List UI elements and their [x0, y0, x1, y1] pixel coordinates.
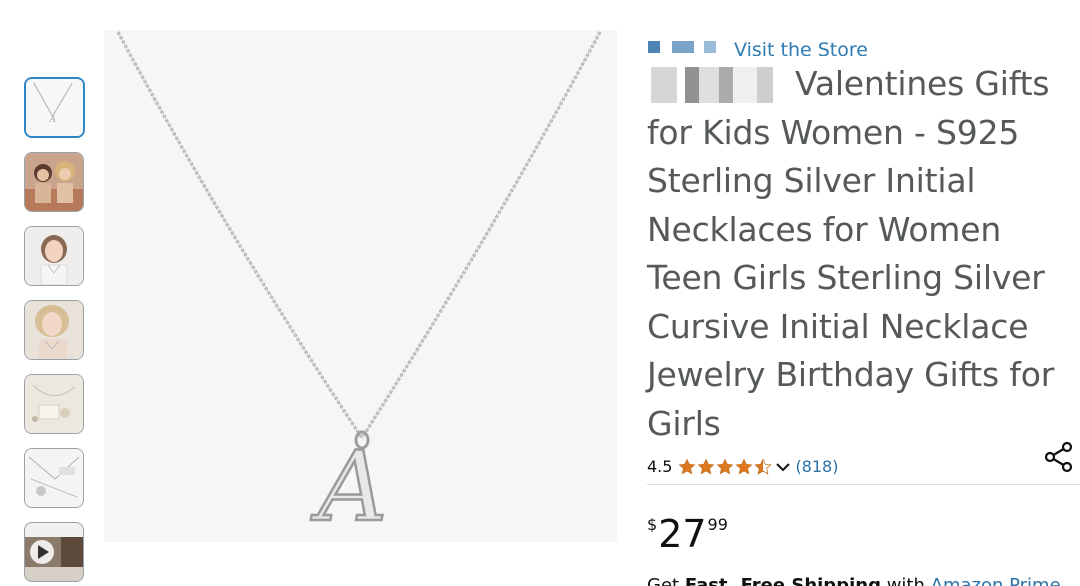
share-icon	[1044, 441, 1073, 473]
product-title: Valentines Gifts for Kids Women - S925 S…	[647, 64, 1055, 443]
price-fraction: 99	[707, 515, 728, 534]
main-product-image[interactable]: A	[104, 30, 617, 542]
svg-text:A: A	[49, 115, 56, 125]
thumbnail-necklace[interactable]: A	[24, 77, 85, 138]
price-whole: 27	[658, 512, 707, 556]
thumbnail-size-chart[interactable]	[24, 448, 84, 508]
star-icon	[679, 458, 696, 475]
star-icon	[698, 458, 715, 475]
thumbnail-woman-blonde[interactable]	[24, 300, 84, 360]
rating-value: 4.5	[647, 457, 673, 476]
review-count-link[interactable]: (818)	[795, 455, 838, 479]
amazon-prime-link[interactable]: Amazon Prime	[931, 575, 1061, 586]
price-symbol: $	[647, 515, 658, 534]
thumbnail-video[interactable]	[24, 522, 84, 582]
divider	[647, 484, 1080, 485]
share-button[interactable]	[1042, 440, 1076, 474]
shipping-info: Get Fast, Free Shipping with Amazon Prim…	[647, 573, 1080, 586]
star-rating[interactable]	[678, 458, 773, 476]
store-link[interactable]: Visit the Store	[648, 36, 888, 56]
thumbnail-strip: A	[24, 77, 86, 586]
price: $ 27 99	[647, 512, 728, 556]
redacted-brand	[647, 67, 795, 103]
chevron-down-icon[interactable]	[775, 459, 791, 475]
thumbnail-girl[interactable]	[24, 226, 84, 286]
thumbnail-flatlay[interactable]	[24, 374, 84, 434]
half-star-icon	[754, 458, 773, 475]
pendant-letter: A	[310, 431, 387, 542]
star-icon	[717, 458, 734, 475]
thumbnail-two-women[interactable]	[24, 152, 84, 212]
star-icon	[736, 458, 753, 475]
rating-row: 4.5 (818)	[647, 455, 838, 479]
